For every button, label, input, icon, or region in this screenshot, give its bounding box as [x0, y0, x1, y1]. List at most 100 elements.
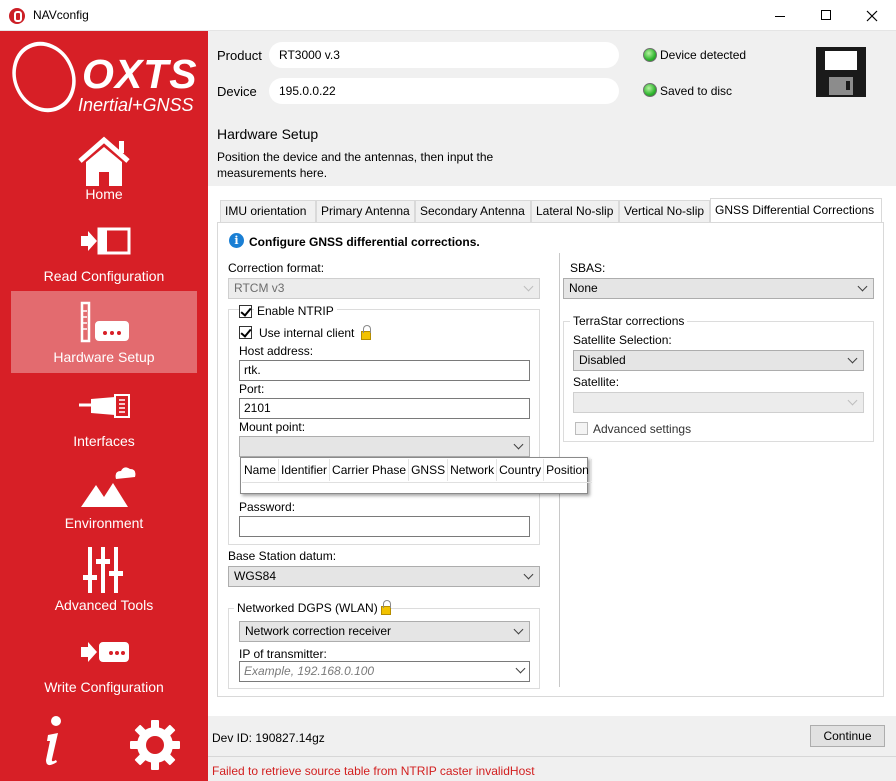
- saved-to-disc-label: Saved to disc: [660, 84, 733, 98]
- enable-ntrip-label: Enable NTRIP: [254, 304, 337, 318]
- ip-transmitter-input[interactable]: Example, 192.168.0.100: [239, 661, 530, 682]
- logo-brand: OXTS: [82, 51, 198, 97]
- sidebar-label-home: Home: [85, 186, 123, 202]
- sidebar-label-environment: Environment: [64, 515, 144, 531]
- chevron-down-icon: [847, 353, 858, 364]
- advanced-settings-checkbox[interactable]: [575, 422, 588, 435]
- column-header-gnss[interactable]: GNSS: [409, 459, 449, 481]
- advanced-tools-icon: [83, 547, 123, 593]
- port-label: Port:: [239, 382, 265, 396]
- satellite-selection-value: Disabled: [579, 353, 626, 367]
- networked-dgps-label: Networked DGPS (WLAN): [234, 601, 381, 615]
- sidebar-label-read-configuration: Read Configuration: [43, 268, 165, 284]
- satellite-label: Satellite:: [573, 375, 620, 389]
- satellite-selection-label: Satellite Selection:: [573, 333, 672, 347]
- host-address-label: Host address:: [239, 344, 314, 358]
- sidebar-item-read-configuration[interactable]: Read Configuration: [11, 208, 197, 290]
- close-button[interactable]: [849, 0, 895, 31]
- sidebar-label-interfaces: Interfaces: [73, 433, 135, 449]
- password-input[interactable]: [239, 516, 530, 537]
- info-circle-icon: i: [229, 233, 244, 248]
- use-internal-client-checkbox[interactable]: [239, 326, 252, 339]
- sidebar-item-advanced-tools[interactable]: Advanced Tools: [11, 537, 197, 619]
- status-message: Failed to retrieve source table from NTR…: [212, 764, 535, 778]
- networked-dgps-mode-select[interactable]: Network correction receiver: [239, 621, 530, 642]
- tab-gnss-differential-corrections[interactable]: GNSS Differential Corrections: [710, 198, 882, 223]
- device-detected-label: Device detected: [660, 48, 747, 62]
- mount-point-select[interactable]: [239, 436, 530, 457]
- close-icon: [866, 10, 878, 22]
- sidebar-item-home[interactable]: Home: [11, 126, 197, 208]
- base-station-datum-select[interactable]: WGS84: [228, 566, 540, 587]
- correction-format-value: RTCM v3: [234, 281, 285, 295]
- terrastar-title: TerraStar corrections: [570, 314, 688, 328]
- product-field: RT3000 v.3: [269, 42, 619, 68]
- hardware-setup-icon: [80, 301, 129, 343]
- minimize-button[interactable]: [757, 0, 803, 31]
- sidebar: OXTS Inertial+GNSS Home Read Configurati…: [0, 31, 208, 781]
- host-address-input[interactable]: rtk.: [239, 360, 530, 381]
- sbas-label: SBAS:: [570, 261, 606, 275]
- chevron-down-icon: [523, 281, 534, 292]
- enable-ntrip-checkbox[interactable]: [239, 305, 252, 318]
- tab-secondary-antenna[interactable]: Secondary Antenna: [415, 200, 531, 223]
- oxts-logo: OXTS Inertial+GNSS: [1, 31, 203, 123]
- base-station-datum-label: Base Station datum:: [228, 549, 337, 563]
- footer: Dev ID: 190827.14gz Continue Failed to r…: [208, 724, 896, 781]
- use-internal-client-label: Use internal client: [259, 326, 355, 340]
- tab-primary-antenna[interactable]: Primary Antenna: [316, 200, 415, 223]
- correction-format-select[interactable]: RTCM v3: [228, 278, 540, 299]
- read-config-icon: [81, 227, 131, 255]
- lock-icon[interactable]: [361, 325, 371, 340]
- satellite-select[interactable]: [573, 392, 864, 413]
- product-label: Product: [217, 48, 262, 63]
- password-label: Password:: [239, 500, 296, 514]
- column-header-carrier-phase[interactable]: Carrier Phase: [330, 459, 410, 481]
- chevron-down-icon: [513, 624, 524, 635]
- ip-transmitter-label: IP of transmitter:: [239, 647, 327, 661]
- chevron-down-icon: [523, 569, 534, 580]
- sidebar-label-advanced-tools: Advanced Tools: [54, 597, 154, 613]
- lock-icon[interactable]: [381, 600, 391, 615]
- window-title: NAVconfig: [33, 8, 89, 22]
- environment-icon: [81, 467, 136, 507]
- continue-button[interactable]: Continue: [810, 725, 885, 747]
- sidebar-item-environment[interactable]: Environment: [11, 455, 197, 537]
- main-content: Hardware Setup Position the device and t…: [208, 114, 896, 724]
- sbas-select[interactable]: None: [563, 278, 874, 299]
- maximize-button[interactable]: [803, 0, 849, 31]
- mount-point-dropdown-list[interactable]: Name Identifier Carrier Phase GNSS Netwo…: [240, 457, 592, 494]
- tab-vertical-no-slip[interactable]: Vertical No-slip: [619, 200, 710, 223]
- sidebar-item-hardware-setup[interactable]: Hardware Setup: [11, 291, 197, 373]
- column-header-country[interactable]: Country: [497, 459, 545, 481]
- sbas-value: None: [569, 281, 598, 295]
- logo-ring: [1, 31, 87, 123]
- tab-imu-orientation[interactable]: IMU orientation: [220, 200, 316, 223]
- device-label: Device: [217, 84, 257, 99]
- column-header-identifier[interactable]: Identifier: [279, 459, 331, 481]
- device-field: 195.0.0.22: [269, 78, 619, 104]
- floppy-disk-icon[interactable]: [816, 47, 866, 97]
- gnss-info-text: Configure GNSS differential corrections.: [249, 235, 480, 249]
- page-title: Hardware Setup: [217, 126, 319, 142]
- sidebar-label-hardware-setup: Hardware Setup: [53, 349, 155, 365]
- column-header-name[interactable]: Name: [242, 459, 280, 481]
- header: Product RT3000 v.3 Device 195.0.0.22 Dev…: [208, 31, 896, 114]
- sidebar-item-write-configuration[interactable]: Write Configuration: [11, 619, 197, 701]
- title-bar: NAVconfig: [0, 0, 896, 31]
- column-header-position[interactable]: Position: [544, 459, 592, 481]
- column-header-network[interactable]: Network: [448, 459, 498, 481]
- sidebar-item-interfaces[interactable]: Interfaces: [11, 373, 197, 455]
- page-description: Position the device and the antennas, th…: [217, 150, 494, 180]
- status-bar: Failed to retrieve source table from NTR…: [208, 756, 896, 781]
- app-icon: [9, 8, 25, 24]
- mount-point-columns: Name Identifier Carrier Phase GNSS Netwo…: [242, 459, 592, 483]
- settings-gear-icon[interactable]: [129, 719, 181, 771]
- tab-lateral-no-slip[interactable]: Lateral No-slip: [531, 200, 619, 223]
- satellite-selection-select[interactable]: Disabled: [573, 350, 864, 371]
- sidebar-label-write-configuration: Write Configuration: [44, 679, 164, 695]
- floppy-slot: [829, 77, 853, 95]
- device-detected-led: [643, 48, 657, 62]
- info-icon[interactable]: [40, 715, 66, 767]
- port-input[interactable]: 2101: [239, 398, 530, 419]
